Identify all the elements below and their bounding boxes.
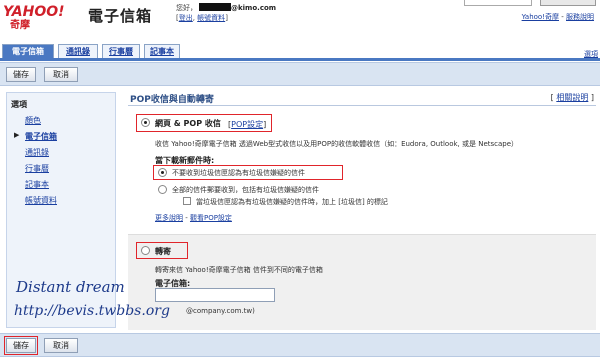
sidebar-item-mail[interactable]: 電子信箱 xyxy=(25,131,57,142)
pop-more-links: 更多說明 - 觀看POP設定 xyxy=(155,213,232,223)
sidebar-item-addressbook[interactable]: 通訊錄 xyxy=(25,147,49,158)
sidebar-heading: 選項 xyxy=(11,100,27,109)
pop-label: 網頁 & POP 收信 xyxy=(155,119,221,128)
pop-description: 收信 Yahoo!奇摩電子信箱 透過Web型式收信以及用POP的收信軟體收信（如… xyxy=(155,140,519,148)
cancel-button-top[interactable]: 取消 xyxy=(44,67,78,82)
top-toolbar: 儲存 取消 xyxy=(0,62,600,86)
view-pop-settings-link[interactable]: 觀看POP設定 xyxy=(190,214,232,222)
top-right-links: Yahoo!奇摩 - 服務說明 xyxy=(521,13,594,21)
spam-tag-label: 當垃圾信匣認為有垃圾信嫌疑的信件時，加上 [垃圾信] 的標記 xyxy=(196,198,388,206)
save-button-bottom[interactable]: 儲存 xyxy=(4,336,38,355)
save-button-top[interactable]: 儲存 xyxy=(6,67,36,82)
forward-label: 轉寄 xyxy=(155,247,171,256)
forward-section xyxy=(128,234,596,330)
related-help: [ 相關說明 ] xyxy=(550,93,594,102)
no-spam-radio[interactable] xyxy=(158,168,167,177)
tab-calendar[interactable]: 行事曆 xyxy=(102,44,140,58)
account-settings-link[interactable]: 帳號資料 xyxy=(197,14,225,22)
cancel-button-bottom[interactable]: 取消 xyxy=(44,338,78,353)
forward-email-example: @company.com.tw) xyxy=(186,307,255,315)
bottom-toolbar: 儲存 取消 xyxy=(0,333,600,357)
spam-tag-checkbox[interactable] xyxy=(183,197,191,205)
title-divider xyxy=(128,105,596,106)
help-link-top[interactable]: 服務說明 xyxy=(566,13,594,21)
email-domain: @kimo.com xyxy=(231,4,277,12)
watermark-line2: http://bevis.twbbs.org xyxy=(14,303,170,319)
related-help-link[interactable]: 相關說明 xyxy=(556,93,588,102)
app-title: 電子信箱 xyxy=(88,7,153,25)
watermark-line1: Distant dream xyxy=(16,278,125,296)
no-spam-label: 不要收到垃圾信匣認為有垃圾信嫌疑的信件 xyxy=(172,169,305,177)
yahoo-logo[interactable]: YAHOO! 奇摩 xyxy=(2,2,84,30)
greeting: 您好， @kimo.com xyxy=(176,3,276,13)
logo-sub: 奇摩 xyxy=(10,18,31,30)
sidebar-item-account[interactable]: 帳號資料 xyxy=(25,195,57,206)
current-item-arrow-icon: ▶ xyxy=(14,131,20,139)
all-mail-label: 全部的信件郵要收到，包括有垃圾信嫌疑的信件 xyxy=(172,186,319,194)
tab-mail[interactable]: 電子信箱 xyxy=(2,44,54,58)
top-search-input[interactable] xyxy=(464,0,532,6)
tab-underline xyxy=(0,58,600,61)
greeting-text: 您好， xyxy=(176,4,197,12)
forward-radio[interactable] xyxy=(141,246,150,255)
tab-addressbook[interactable]: 通訊錄 xyxy=(58,44,98,58)
all-mail-radio[interactable] xyxy=(158,185,167,194)
links-separator: - xyxy=(183,214,190,222)
sidebar-item-color[interactable]: 顏色 xyxy=(25,115,41,126)
masked-username xyxy=(199,3,231,11)
logout-link[interactable]: 登出 xyxy=(179,14,193,22)
pop-settings-link[interactable]: POP設定 xyxy=(231,120,263,129)
top-search-button[interactable] xyxy=(540,0,596,6)
sidebar-item-notepad[interactable]: 記事本 xyxy=(25,179,49,190)
pop-radio[interactable] xyxy=(141,118,150,127)
sidebar-item-calendar[interactable]: 行事曆 xyxy=(25,163,49,174)
tab-notepad[interactable]: 記事本 xyxy=(144,44,180,58)
pop-settings: [POP設定] xyxy=(228,120,267,129)
more-info-link[interactable]: 更多說明 xyxy=(155,214,183,222)
forward-description: 轉寄來信 Yahoo!奇摩電子信箱 信件到不同的電子信箱 xyxy=(155,266,323,274)
forward-email-input[interactable] xyxy=(155,288,275,302)
yahoo-home-link[interactable]: Yahoo!奇摩 xyxy=(522,13,559,21)
logo-text: YAHOO! xyxy=(3,4,65,20)
main-tabs: 電子信箱 通訊錄 行事曆 記事本 選項 xyxy=(0,44,600,58)
page-title: POP收信與自動轉寄 xyxy=(130,95,214,105)
account-links: [登出, 帳號資料] xyxy=(176,14,228,22)
